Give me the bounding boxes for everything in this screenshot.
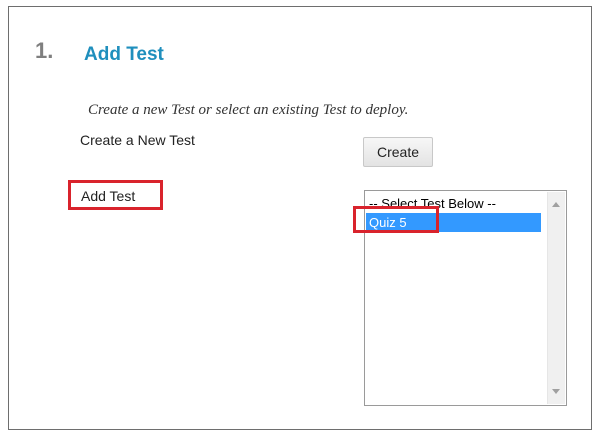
step-number: 1. <box>35 38 54 63</box>
scroll-down-arrow-icon[interactable] <box>552 389 560 394</box>
step-title: Add Test <box>84 44 164 65</box>
instructions-text: Create a new Test or select an existing … <box>88 102 409 118</box>
create-new-test-label: Create a New Test <box>80 132 195 148</box>
scroll-up-arrow-icon[interactable] <box>552 202 560 207</box>
add-test-label-highlight <box>68 180 163 210</box>
listbox-scrollbar[interactable] <box>547 192 565 404</box>
quiz-5-highlight <box>353 206 439 233</box>
add-test-panel: 1. Add Test Create a new Test or select … <box>8 6 592 430</box>
create-button[interactable]: Create <box>363 137 433 167</box>
